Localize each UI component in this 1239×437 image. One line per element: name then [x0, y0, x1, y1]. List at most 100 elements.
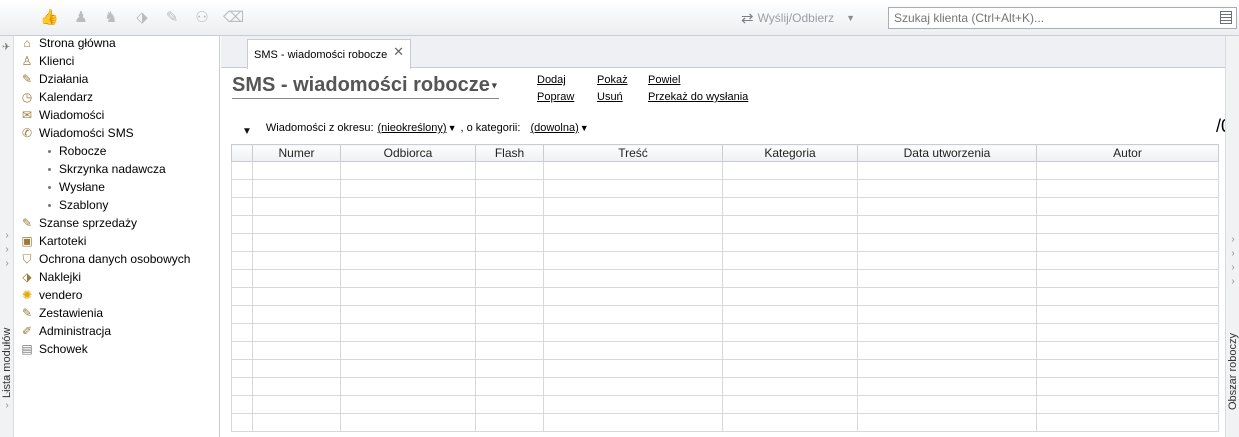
table-cell[interactable]: [340, 233, 476, 252]
pin-icon[interactable]: ✈: [2, 42, 10, 53]
table-cell[interactable]: [1036, 323, 1219, 342]
edit-link[interactable]: Popraw: [537, 91, 574, 103]
table-cell[interactable]: [340, 377, 476, 396]
table-cell[interactable]: [722, 323, 858, 342]
table-cell[interactable]: [857, 197, 1037, 216]
table-cell[interactable]: [252, 377, 341, 396]
table-cell[interactable]: [857, 161, 1037, 180]
table-cell[interactable]: [252, 161, 341, 180]
chevron-down-icon[interactable]: ▼: [846, 13, 855, 23]
sidebar-item-home[interactable]: ⌂ Strona główna: [20, 34, 115, 52]
table-cell[interactable]: [543, 323, 723, 342]
table-row[interactable]: [231, 161, 1219, 180]
table-cell[interactable]: [857, 287, 1037, 306]
table-cell[interactable]: [252, 287, 341, 306]
table-row[interactable]: [231, 377, 1219, 396]
add-link[interactable]: Dodaj: [537, 74, 566, 86]
table-cell[interactable]: [857, 341, 1037, 360]
column-header-flash[interactable]: Flash: [475, 144, 544, 162]
table-cell[interactable]: [252, 323, 341, 342]
table-cell[interactable]: [543, 395, 723, 414]
period-select[interactable]: (nieokreślony): [378, 122, 447, 134]
send-receive-button[interactable]: ⇄ Wyślij/Odbierz ▼: [741, 9, 855, 27]
table-cell[interactable]: [475, 341, 544, 360]
chevron-down-icon[interactable]: ▼: [580, 123, 589, 133]
table-cell[interactable]: [340, 269, 476, 288]
table-row[interactable]: [231, 215, 1219, 234]
eraser-icon[interactable]: ⌫: [223, 9, 244, 27]
table-cell[interactable]: [252, 269, 341, 288]
table-cell[interactable]: [475, 251, 544, 270]
column-header-content[interactable]: Treść: [543, 144, 723, 162]
table-cell[interactable]: [543, 413, 723, 432]
search-menu-icon[interactable]: [1220, 11, 1232, 24]
table-cell[interactable]: [1036, 269, 1219, 288]
table-cell[interactable]: [1036, 233, 1219, 252]
table-cell[interactable]: [722, 287, 858, 306]
table-cell[interactable]: [543, 251, 723, 270]
table-cell[interactable]: [543, 233, 723, 252]
column-header-created-date[interactable]: Data utworzenia: [857, 144, 1037, 162]
table-cell[interactable]: [722, 215, 858, 234]
table-cell[interactable]: [857, 377, 1037, 396]
sidebar-item-clients[interactable]: ♙ Klienci: [20, 52, 75, 70]
table-cell[interactable]: [1036, 179, 1219, 198]
table-cell[interactable]: [475, 359, 544, 378]
table-cell[interactable]: [722, 413, 858, 432]
sidebar-item-vendero[interactable]: ✺ vendero: [20, 286, 82, 304]
delete-link[interactable]: Usuń: [597, 91, 623, 103]
table-row[interactable]: [231, 305, 1219, 324]
chevron-down-icon[interactable]: ▼: [448, 123, 457, 133]
table-cell[interactable]: [722, 305, 858, 324]
sidebar-subitem-outbox[interactable]: Skrzynka nadawcza: [48, 160, 166, 178]
table-row[interactable]: [231, 323, 1219, 342]
table-cell[interactable]: [340, 341, 476, 360]
workspace-strip[interactable]: › › › › › › Obszar roboczy: [1225, 36, 1239, 437]
table-cell[interactable]: [722, 359, 858, 378]
table-cell[interactable]: [1036, 377, 1219, 396]
table-cell[interactable]: [340, 197, 476, 216]
table-cell[interactable]: [857, 269, 1037, 288]
table-cell[interactable]: [231, 179, 253, 198]
table-cell[interactable]: [475, 197, 544, 216]
table-row[interactable]: [231, 179, 1219, 198]
page-title[interactable]: SMS - wiadomości robocze▼: [232, 74, 499, 99]
table-cell[interactable]: [722, 179, 858, 198]
table-cell[interactable]: [475, 161, 544, 180]
table-cell[interactable]: [252, 251, 341, 270]
table-cell[interactable]: [252, 359, 341, 378]
tag-icon[interactable]: ⬗: [133, 9, 151, 27]
table-cell[interactable]: [252, 305, 341, 324]
table-cell[interactable]: [722, 395, 858, 414]
table-cell[interactable]: [1036, 359, 1219, 378]
messages-grid[interactable]: Numer Odbiorca Flash Treść Kategoria Dat…: [231, 144, 1219, 432]
table-cell[interactable]: [543, 377, 723, 396]
table-cell[interactable]: [340, 179, 476, 198]
table-cell[interactable]: [722, 161, 858, 180]
table-row[interactable]: [231, 413, 1219, 432]
table-cell[interactable]: [231, 377, 253, 396]
table-cell[interactable]: [231, 305, 253, 324]
sidebar-item-clipboard[interactable]: ▤ Schowek: [20, 340, 87, 358]
table-cell[interactable]: [340, 161, 476, 180]
table-cell[interactable]: [1036, 305, 1219, 324]
table-cell[interactable]: [543, 161, 723, 180]
table-cell[interactable]: [1036, 287, 1219, 306]
table-cell[interactable]: [231, 287, 253, 306]
table-cell[interactable]: [1036, 215, 1219, 234]
chevron-down-icon[interactable]: ▼: [490, 81, 499, 91]
table-cell[interactable]: [857, 323, 1037, 342]
table-cell[interactable]: [340, 215, 476, 234]
column-header-author[interactable]: Autor: [1036, 144, 1219, 162]
table-cell[interactable]: [475, 269, 544, 288]
column-header-selector[interactable]: [231, 144, 253, 162]
table-cell[interactable]: [231, 215, 253, 234]
table-row[interactable]: [231, 395, 1219, 414]
sidebar-item-reports[interactable]: ✎ Zestawienia: [20, 304, 103, 322]
send-link[interactable]: Przekaż do wysłania: [648, 91, 748, 103]
sidebar-item-messages[interactable]: ✉ Wiadomości: [20, 106, 104, 124]
table-cell[interactable]: [252, 233, 341, 252]
table-cell[interactable]: [543, 179, 723, 198]
table-cell[interactable]: [475, 323, 544, 342]
sidebar-item-actions[interactable]: ✎ Działania: [20, 70, 88, 88]
